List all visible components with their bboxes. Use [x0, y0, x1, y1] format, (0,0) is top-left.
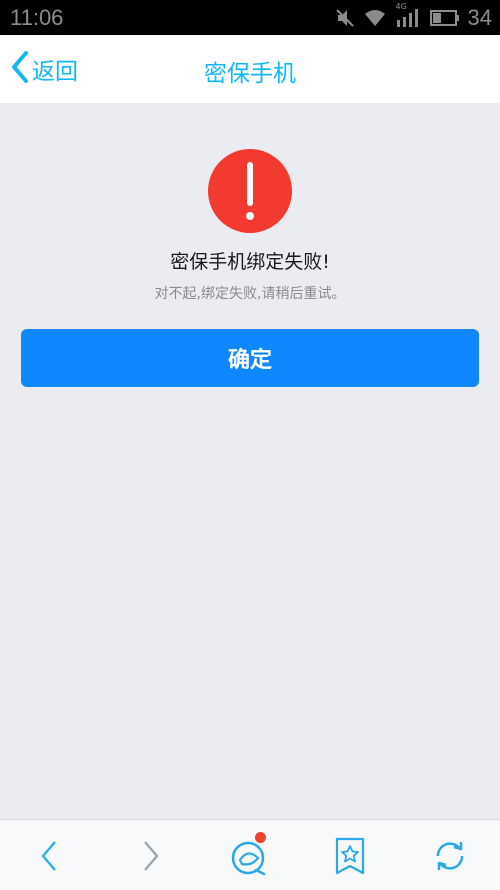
bookmark-icon: [334, 837, 366, 875]
status-time: 11:06: [10, 5, 64, 30]
refresh-icon: [432, 838, 468, 874]
wifi-icon: [364, 9, 386, 27]
error-icon: [208, 149, 292, 233]
mute-icon: [335, 8, 354, 28]
forward-arrow-button[interactable]: [128, 834, 172, 878]
back-arrow-icon: [40, 840, 60, 872]
refresh-button[interactable]: [428, 834, 472, 878]
status-icons: 4G 34: [335, 2, 492, 30]
battery-icon: [429, 9, 460, 27]
result-title: 密保手机绑定失败!: [170, 251, 330, 273]
qzone-icon: [230, 836, 270, 876]
qzone-button[interactable]: [228, 832, 272, 878]
back-arrow-button[interactable]: [28, 834, 72, 878]
notification-badge: [255, 832, 266, 843]
network-type-label: 4G: [395, 2, 407, 11]
result-message: 对不起,绑定失败,请稍后重试。: [154, 286, 346, 302]
bookmark-button[interactable]: [328, 834, 372, 878]
status-bar: 11:06 4G 34: [0, 0, 500, 35]
signal-icon: 4G: [396, 2, 420, 28]
battery-level: 34: [467, 5, 492, 30]
confirm-button[interactable]: 确定: [21, 329, 479, 387]
forward-arrow-icon: [140, 840, 160, 872]
nav-bar: 返回 密保手机: [0, 35, 500, 103]
page-title: 密保手机: [204, 61, 296, 87]
bottom-toolbar: [0, 819, 500, 890]
